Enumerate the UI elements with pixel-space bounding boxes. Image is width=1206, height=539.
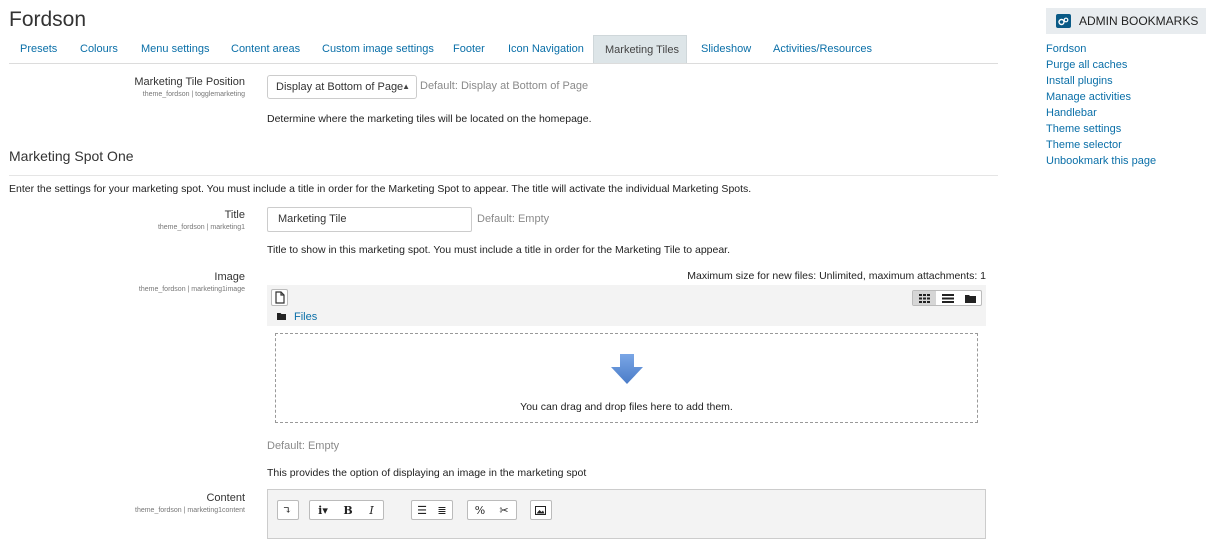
title-description: Title to show in this marketing spot. Yo… [267,244,731,256]
unordered-list-icon[interactable]: ☰ [412,501,432,519]
section-intro: Enter the settings for your marketing sp… [9,183,752,195]
tab-activities-resources[interactable]: Activities/Resources [762,35,883,63]
position-label: Marketing Tile Position [134,76,245,88]
tab-footer[interactable]: Footer [442,35,496,63]
section-divider [9,175,998,176]
folder-icon [277,313,286,320]
image-insert-icon[interactable] [531,501,549,519]
files-folder-link[interactable]: Files [294,311,317,323]
settings-tabs: Presets Colours Menu settings Content ar… [9,35,998,64]
toolbar-toggle-group: ↴ [277,500,299,520]
bookmark-link-install-plugins[interactable]: Install plugins [1046,75,1113,87]
bookmark-link-handlebar[interactable]: Handlebar [1046,107,1097,119]
content-editor[interactable]: ↴ i▾ B I ☰ ≣ % ✂ [267,489,986,539]
bookmark-link-fordson[interactable]: Fordson [1046,43,1086,55]
view-switcher [912,290,982,306]
bold-icon[interactable]: B [336,501,360,519]
list-group: ☰ ≣ [411,500,453,520]
tab-marketing-tiles[interactable]: Marketing Tiles [593,35,687,63]
info-dropdown-icon[interactable]: i▾ [310,501,336,519]
file-dropzone[interactable]: You can drag and drop files here to add … [275,333,978,423]
italic-icon[interactable]: I [360,501,383,519]
tab-presets[interactable]: Presets [9,35,68,63]
title-default: Default: Empty [477,213,550,225]
page-title: Fordson [9,8,87,31]
link-group: % ✂ [467,500,517,520]
image-sublabel: theme_fordson | marketing1image [138,286,245,293]
admin-bookmarks-title: ADMIN BOOKMARKS [1079,14,1199,28]
add-file-button[interactable] [271,289,288,306]
position-select[interactable]: Display at Bottom of Page ▲ [267,75,417,99]
bookmark-link-unbookmark[interactable]: Unbookmark this page [1046,155,1156,167]
tab-content-areas[interactable]: Content areas [220,35,311,63]
tab-custom-image-settings[interactable]: Custom image settings [311,35,445,63]
title-label: Title [224,209,245,221]
image-description: This provides the option of displaying a… [267,467,587,479]
tab-menu-settings[interactable]: Menu settings [130,35,220,63]
grid-view-icon[interactable] [913,291,936,305]
position-default: Default: Display at Bottom of Page [420,80,589,92]
select-caret-icon: ▲ [402,82,410,91]
toolbar-toggle-icon[interactable]: ↴ [278,501,296,519]
unlink-icon[interactable]: ✂ [492,501,516,519]
media-group [530,500,552,520]
position-select-value: Display at Bottom of Page [276,81,404,93]
bookmark-link-manage-activities[interactable]: Manage activities [1046,91,1131,103]
content-label: Content [206,492,245,504]
title-input[interactable]: Marketing Tile [267,207,472,232]
content-sublabel: theme_fordson | marketing1content [135,507,245,514]
tab-slideshow[interactable]: Slideshow [690,35,762,63]
list-view-icon[interactable] [936,291,959,305]
format-group: i▾ B I [309,500,384,520]
dropzone-text: You can drag and drop files here to add … [520,401,733,413]
image-label: Image [214,271,245,283]
image-default: Default: Empty [267,440,340,452]
tab-icon-navigation[interactable]: Icon Navigation [497,35,595,63]
position-sublabel: theme_fordson | togglemarketing [142,91,245,98]
folder-view-icon[interactable] [959,291,981,305]
bookmarks-gear-icon [1056,14,1071,28]
ordered-list-icon[interactable]: ≣ [432,501,452,519]
image-max-size: Maximum size for new files: Unlimited, m… [687,270,986,282]
title-sublabel: theme_fordson | marketing1 [157,224,245,231]
download-arrow-icon [611,354,643,384]
bookmark-link-theme-settings[interactable]: Theme settings [1046,123,1121,135]
bookmark-link-purge-caches[interactable]: Purge all caches [1046,59,1127,71]
file-icon [275,291,285,304]
admin-bookmarks-header: ADMIN BOOKMARKS [1046,8,1206,34]
section-title: Marketing Spot One [9,148,134,164]
position-description: Determine where the marketing tiles will… [267,113,592,125]
bookmark-link-theme-selector[interactable]: Theme selector [1046,139,1122,151]
link-icon[interactable]: % [468,501,492,519]
tab-colours[interactable]: Colours [69,35,129,63]
filepicker-toolbar: Files [267,285,986,326]
